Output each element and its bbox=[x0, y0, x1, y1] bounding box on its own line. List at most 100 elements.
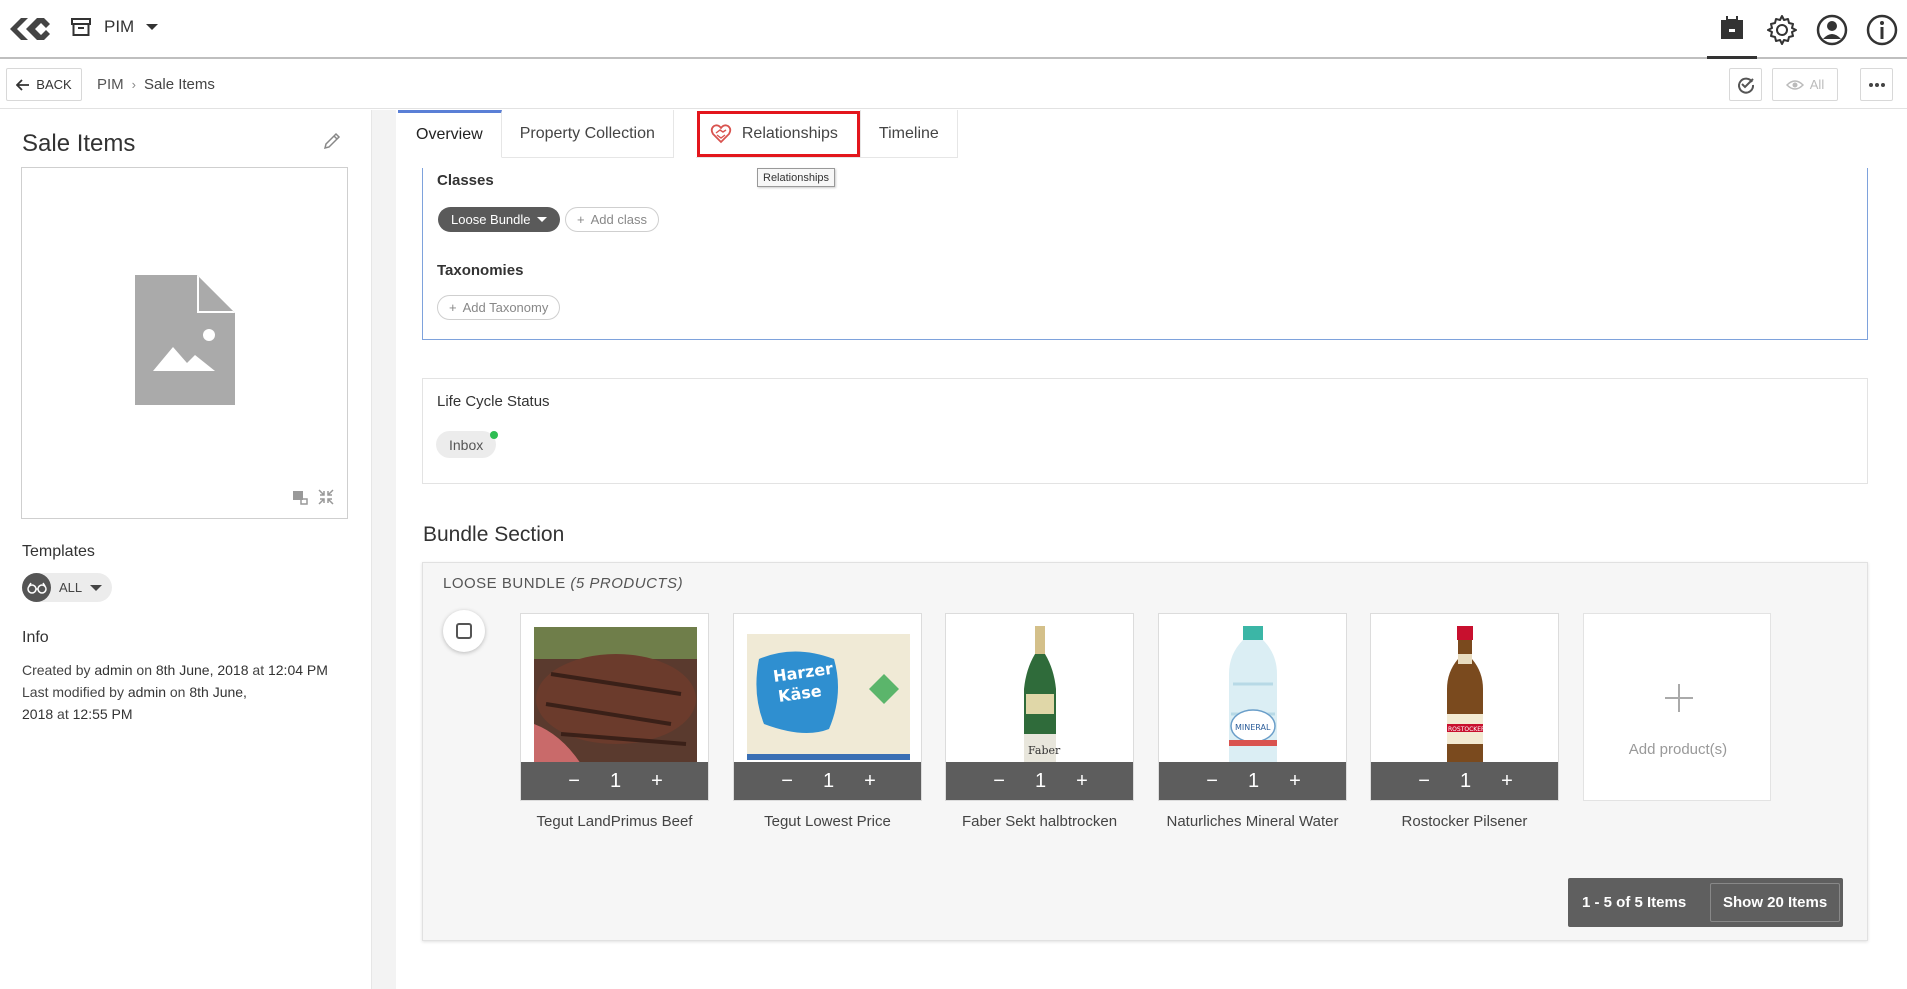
relationships-icon bbox=[710, 123, 732, 143]
product-card[interactable]: Faber − 1 + bbox=[945, 613, 1134, 801]
faber-text: Faber bbox=[1028, 744, 1061, 757]
minus-button[interactable]: − bbox=[781, 770, 793, 793]
product-name: Faber Sekt halbtrocken bbox=[961, 813, 1118, 830]
templates-label: Templates bbox=[22, 543, 95, 560]
modified-by: admin bbox=[127, 684, 166, 700]
chevron-right-icon: › bbox=[131, 77, 137, 92]
tab-timeline[interactable]: Timeline bbox=[860, 110, 958, 158]
breadcrumb-item[interactable]: PIM bbox=[97, 76, 124, 93]
minus-button[interactable]: − bbox=[1206, 770, 1218, 793]
created-by: admin bbox=[94, 662, 133, 678]
created-info: Created by admin on 8th June, 2018 at 12… bbox=[22, 659, 328, 681]
product-card[interactable]: Harzer Käse − 1 + bbox=[733, 613, 922, 801]
templates-value: ALL bbox=[59, 580, 83, 595]
quantity-stepper[interactable]: − 1 + bbox=[521, 762, 708, 800]
info-button[interactable] bbox=[1857, 0, 1907, 59]
info-label: Info bbox=[22, 629, 49, 646]
created-on-word: on bbox=[136, 662, 152, 678]
caret-down-icon bbox=[146, 24, 159, 30]
add-taxonomy-button[interactable]: + Add Taxonomy bbox=[437, 295, 561, 320]
quantity-stepper[interactable]: − 1 + bbox=[1159, 762, 1346, 800]
quantity-value: 1 bbox=[1034, 769, 1047, 792]
back-button[interactable]: BACK bbox=[6, 68, 82, 101]
tab-overview[interactable]: Overview bbox=[398, 110, 502, 158]
plus-button[interactable]: + bbox=[864, 770, 876, 793]
minus-button[interactable]: − bbox=[993, 770, 1005, 793]
plus-icon bbox=[1665, 684, 1693, 712]
bundle-count: (5 PRODUCTS) bbox=[570, 575, 684, 592]
class-chip-label: Loose Bundle bbox=[451, 212, 531, 227]
app-name: PIM bbox=[104, 17, 135, 36]
class-chip[interactable]: Loose Bundle bbox=[438, 207, 560, 232]
status-badge[interactable]: Inbox bbox=[436, 431, 497, 458]
tab-property-collection[interactable]: Property Collection bbox=[501, 110, 674, 158]
inbox-button[interactable] bbox=[1707, 0, 1757, 59]
pagination-range: 1 - 5 of 5 Items bbox=[1582, 894, 1687, 911]
check-button[interactable] bbox=[1729, 68, 1762, 101]
plus-button[interactable]: + bbox=[1501, 770, 1513, 793]
taxonomies-title: Taxonomies bbox=[437, 262, 524, 279]
quantity-stepper[interactable]: − 1 + bbox=[734, 762, 921, 800]
logo-icon[interactable] bbox=[6, 10, 52, 48]
bundle-type: LOOSE BUNDLE bbox=[443, 575, 566, 592]
beef-image bbox=[534, 627, 697, 764]
add-product-button[interactable]: Add product(s) bbox=[1583, 613, 1771, 801]
pagination: 1 - 5 of 5 Items Show 20 Items bbox=[1568, 878, 1843, 927]
tab-label: Timeline bbox=[878, 124, 939, 142]
inbox-icon bbox=[1721, 16, 1743, 39]
view-filter-button[interactable]: All bbox=[1772, 68, 1838, 101]
product-card[interactable]: ROSTOCKER − 1 + bbox=[1370, 613, 1559, 801]
quantity-stepper[interactable]: − 1 + bbox=[1371, 762, 1558, 800]
app-switcher[interactable]: PIM bbox=[70, 16, 159, 38]
arrow-left-icon bbox=[16, 78, 30, 91]
modified-prefix: Last modified by bbox=[22, 684, 124, 700]
status-label: Inbox bbox=[449, 436, 484, 453]
quantity-value: 1 bbox=[822, 769, 835, 792]
tooltip: Relationships bbox=[757, 168, 836, 187]
tab-bar: Overview Property Collection Relationshi… bbox=[398, 110, 958, 158]
add-taxonomy-label: Add Taxonomy bbox=[462, 300, 549, 315]
product-card[interactable]: MINERAL − 1 + bbox=[1158, 613, 1347, 801]
plus-icon: + bbox=[577, 212, 585, 227]
entity-image[interactable] bbox=[21, 167, 348, 519]
product-name: Tegut LandPrimus Beef bbox=[536, 813, 693, 830]
image-placeholder-icon bbox=[135, 275, 235, 405]
add-product-label: Add product(s) bbox=[1628, 741, 1728, 758]
rostocker-text: ROSTOCKER bbox=[1448, 726, 1485, 733]
classes-card bbox=[422, 168, 1868, 340]
created-date: 8th June, 2018 bbox=[155, 662, 249, 678]
water-text: MINERAL bbox=[1235, 723, 1271, 732]
plus-button[interactable]: + bbox=[1289, 770, 1301, 793]
plus-button[interactable]: + bbox=[651, 770, 663, 793]
created-time: 12:04 PM bbox=[267, 662, 328, 678]
minus-button[interactable]: − bbox=[1418, 770, 1430, 793]
settings-button[interactable] bbox=[1757, 0, 1807, 59]
pencil-icon[interactable] bbox=[322, 131, 342, 151]
collapse-icon[interactable] bbox=[317, 488, 335, 506]
tab-label: Property Collection bbox=[519, 124, 655, 142]
minus-button[interactable]: − bbox=[568, 770, 580, 793]
more-button[interactable] bbox=[1860, 68, 1893, 101]
user-icon bbox=[1816, 14, 1848, 45]
view-filter-label: All bbox=[1809, 77, 1825, 92]
crop-icon[interactable] bbox=[291, 488, 309, 506]
quantity-value: 1 bbox=[1459, 769, 1472, 792]
gear-icon bbox=[1767, 14, 1797, 45]
modified-info-cont: 2018 at 12:55 PM bbox=[22, 703, 133, 725]
check-circle-icon bbox=[1737, 77, 1754, 94]
select-all-checkbox[interactable] bbox=[443, 610, 485, 652]
glasses-icon bbox=[22, 573, 51, 602]
sekt-bottle-image: Faber bbox=[1024, 626, 1061, 764]
add-class-button[interactable]: + Add class bbox=[565, 207, 659, 232]
product-card[interactable]: − 1 + bbox=[520, 613, 709, 801]
templates-selector[interactable]: ALL bbox=[22, 573, 112, 602]
back-label: BACK bbox=[36, 77, 72, 92]
profile-button[interactable] bbox=[1807, 0, 1857, 59]
tab-relationships[interactable]: Relationships bbox=[695, 110, 861, 158]
cheese-image: Harzer Käse bbox=[747, 634, 910, 760]
modified-date: 8th June, bbox=[189, 684, 247, 700]
lifecycle-card bbox=[422, 378, 1868, 484]
page-size-button[interactable]: Show 20 Items bbox=[1710, 883, 1841, 922]
quantity-stepper[interactable]: − 1 + bbox=[946, 762, 1133, 800]
plus-button[interactable]: + bbox=[1076, 770, 1088, 793]
